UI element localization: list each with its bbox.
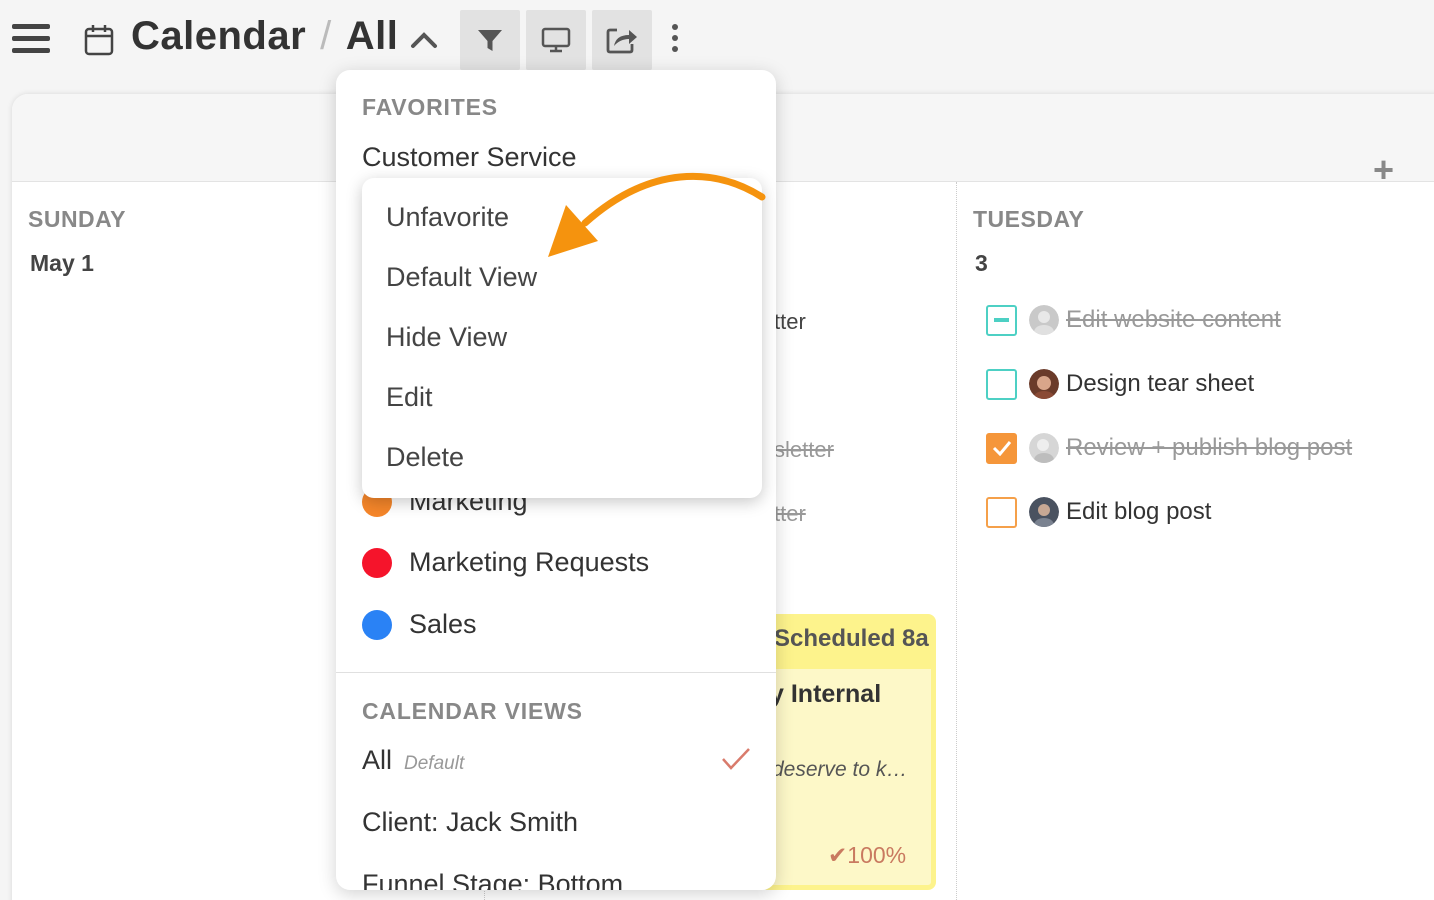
share-button[interactable] bbox=[592, 10, 652, 70]
calendar-icon bbox=[84, 25, 114, 56]
task-item[interactable]: Edit blog post bbox=[986, 495, 1211, 529]
avatar bbox=[1029, 369, 1059, 399]
avatar bbox=[1029, 305, 1059, 335]
column-divider bbox=[956, 182, 957, 900]
checkmark-icon bbox=[722, 748, 750, 770]
task-label: Edit blog post bbox=[1066, 498, 1212, 525]
task-item[interactable]: Edit website content bbox=[986, 303, 1281, 337]
color-dot bbox=[362, 547, 392, 578]
day-date-sunday: May 1 bbox=[30, 250, 94, 276]
monitor-icon bbox=[541, 27, 571, 53]
task-label: Design tear sheet bbox=[1066, 370, 1255, 397]
task-item[interactable]: Design tear sheet bbox=[986, 367, 1254, 401]
favorites-section-title: FAVORITES bbox=[362, 94, 498, 120]
menu-item-edit[interactable]: Edit bbox=[386, 382, 433, 413]
share-icon bbox=[606, 28, 637, 54]
avatar bbox=[1029, 497, 1059, 527]
day-name-tuesday: TUESDAY bbox=[973, 206, 1085, 232]
task-checkbox[interactable] bbox=[986, 496, 1017, 528]
label-item-marketing-requests[interactable]: Marketing Requests bbox=[362, 547, 649, 578]
menu-divider bbox=[336, 672, 776, 673]
label-name: Marketing Requests bbox=[409, 547, 650, 577]
label-item-sales[interactable]: Sales bbox=[362, 609, 477, 640]
menu-item-delete[interactable]: Delete bbox=[386, 442, 464, 473]
view-name: All bbox=[362, 745, 393, 775]
task-checkbox[interactable] bbox=[986, 368, 1017, 400]
breadcrumb-separator: / bbox=[320, 14, 332, 58]
event-title: y Internal bbox=[770, 680, 882, 708]
checkmark-icon bbox=[992, 441, 1011, 456]
menu-item-unfavorite[interactable]: Unfavorite bbox=[386, 202, 509, 233]
view-name[interactable]: All bbox=[346, 14, 399, 58]
favorite-item-customer-service[interactable]: Customer Service bbox=[362, 142, 577, 173]
monday-task-partial[interactable]: sletter bbox=[774, 437, 834, 463]
menu-icon[interactable] bbox=[12, 24, 50, 58]
event-scheduled-time: Scheduled 8a bbox=[774, 625, 929, 652]
monday-task-partial[interactable]: tter bbox=[774, 501, 806, 527]
monday-task-partial[interactable]: tter bbox=[774, 309, 806, 335]
label-name: Sales bbox=[409, 609, 477, 639]
task-checkbox[interactable] bbox=[986, 432, 1017, 464]
task-checkbox[interactable] bbox=[986, 304, 1017, 336]
event-description: deserve to k… bbox=[772, 758, 908, 781]
filter-icon bbox=[478, 30, 502, 51]
task-label: Edit website content bbox=[1066, 306, 1281, 333]
favorite-context-menu: Unfavorite Default View Hide View Edit D… bbox=[362, 178, 762, 498]
task-label: Review + publish blog post bbox=[1066, 434, 1353, 461]
menu-item-hide-view[interactable]: Hide View bbox=[386, 322, 507, 353]
day-date-tuesday: 3 bbox=[975, 250, 988, 276]
view-item-funnel-stage-bottom[interactable]: Funnel Stage: Bottom bbox=[362, 869, 623, 890]
calendar-views-section-title: CALENDAR VIEWS bbox=[362, 698, 583, 724]
top-bar: Calendar / All bbox=[0, 0, 1434, 80]
default-tag: Default bbox=[404, 753, 465, 774]
event-progress: ✔100% bbox=[828, 842, 907, 868]
view-item-all[interactable]: All Default bbox=[362, 745, 464, 776]
task-item[interactable]: Review + publish blog post bbox=[986, 431, 1352, 465]
filter-button[interactable] bbox=[460, 10, 520, 70]
more-vertical-icon[interactable] bbox=[670, 24, 680, 56]
page-title: Calendar / All bbox=[131, 14, 398, 59]
plus-icon[interactable]: + bbox=[1373, 152, 1394, 188]
app-title: Calendar bbox=[131, 14, 307, 58]
view-item-client-jack-smith[interactable]: Client: Jack Smith bbox=[362, 807, 578, 838]
present-button[interactable] bbox=[526, 10, 586, 70]
chevron-up-icon[interactable] bbox=[410, 30, 438, 50]
avatar bbox=[1029, 433, 1059, 463]
minus-icon bbox=[994, 318, 1009, 322]
color-dot bbox=[362, 609, 392, 640]
day-name-sunday: SUNDAY bbox=[28, 206, 127, 232]
menu-item-default-view[interactable]: Default View bbox=[386, 262, 537, 293]
